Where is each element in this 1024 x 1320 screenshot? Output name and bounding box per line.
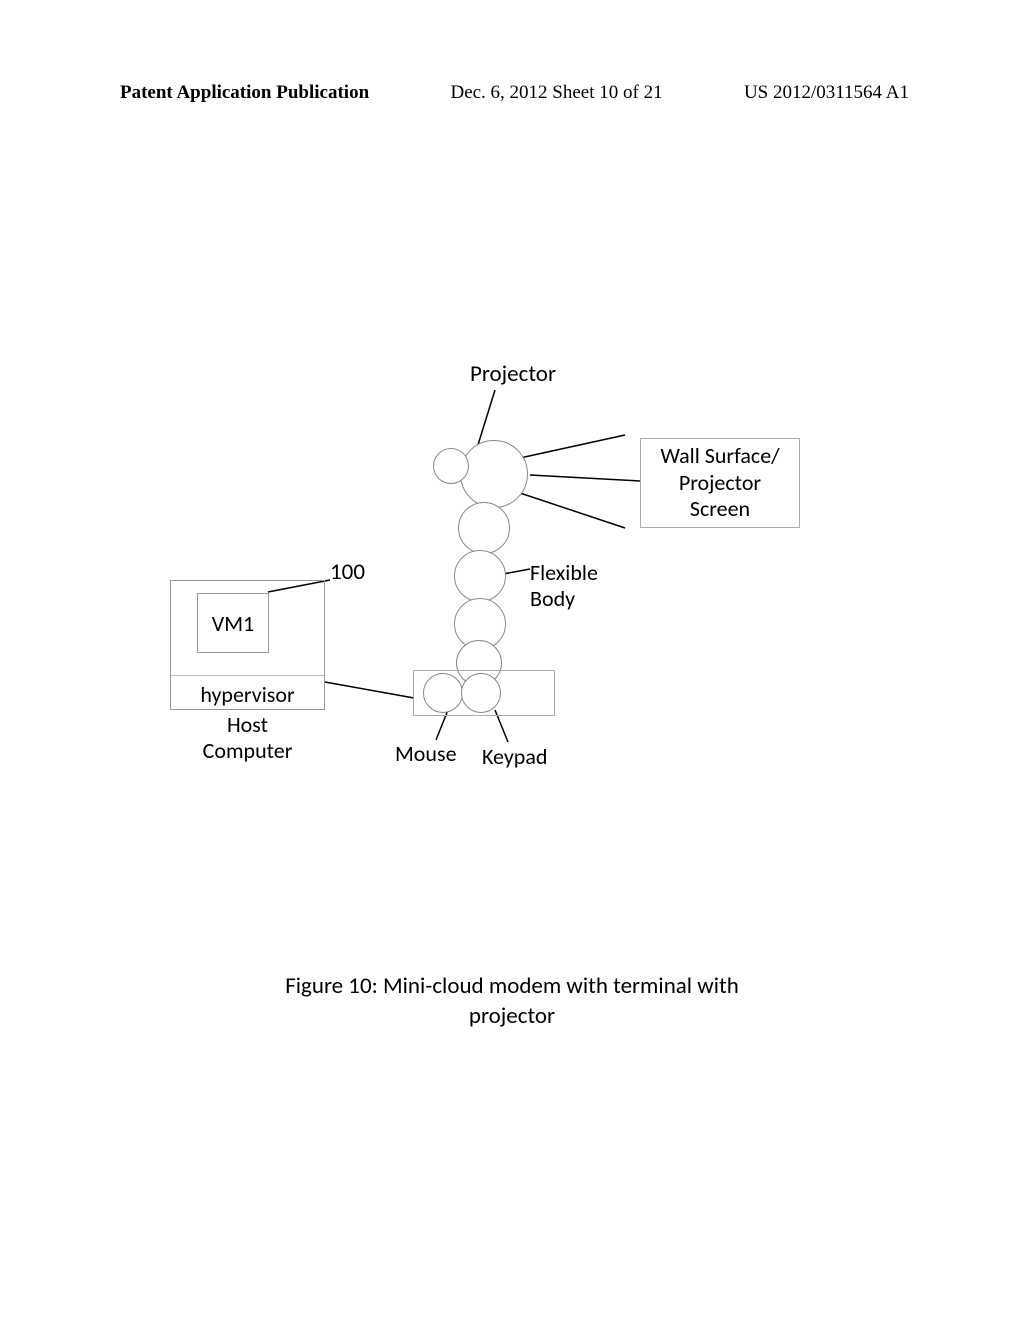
- projector-label: Projector: [470, 360, 556, 388]
- hypervisor-divider: [171, 675, 324, 676]
- patent-diagram: Projector Wall Surface/ Projector Screen…: [0, 180, 1024, 700]
- wall-label-line3: Screen: [690, 495, 750, 522]
- page-header: Patent Application Publication Dec. 6, 2…: [0, 82, 1024, 104]
- diagram-connector-lines: [0, 180, 1024, 880]
- header-publication: Patent Application Publication: [120, 82, 369, 104]
- wall-label-line1: Wall Surface/: [660, 442, 779, 469]
- header-date-sheet: Dec. 6, 2012 Sheet 10 of 21: [450, 82, 662, 104]
- body-circle-3: [454, 550, 506, 602]
- body-circle-2: [458, 502, 510, 554]
- projector-head-circle: [460, 440, 528, 508]
- keypad-label: Keypad: [482, 743, 547, 770]
- caption-line2: projector: [469, 1002, 555, 1030]
- figure-caption: Figure 10: Mini-cloud modem with termina…: [0, 972, 1024, 1032]
- host-label-line2: Computer: [203, 737, 293, 764]
- host-computer-box: VM1 hypervisor: [170, 580, 325, 710]
- wall-surface-box: Wall Surface/ Projector Screen: [640, 438, 800, 528]
- flexible-label-line1: Flexible: [530, 559, 598, 586]
- flexible-body-label: Flexible Body: [530, 560, 598, 613]
- vm1-label: VM1: [212, 610, 254, 637]
- caption-line1: Figure 10: Mini-cloud modem with termina…: [285, 972, 739, 1000]
- vm1-box: VM1: [197, 593, 269, 653]
- host-computer-label: Host Computer: [170, 712, 325, 765]
- mouse-label: Mouse: [395, 740, 457, 767]
- mouse-circle: [423, 673, 463, 713]
- reference-number-100: 100: [330, 558, 365, 586]
- keypad-circle: [461, 673, 501, 713]
- header-patent-number: US 2012/0311564 A1: [744, 82, 909, 104]
- host-label-line1: Host: [227, 711, 268, 738]
- wall-label-line2: Projector: [679, 469, 761, 496]
- hypervisor-label: hypervisor: [171, 681, 324, 708]
- side-circle: [433, 448, 469, 484]
- flexible-label-line2: Body: [530, 585, 575, 612]
